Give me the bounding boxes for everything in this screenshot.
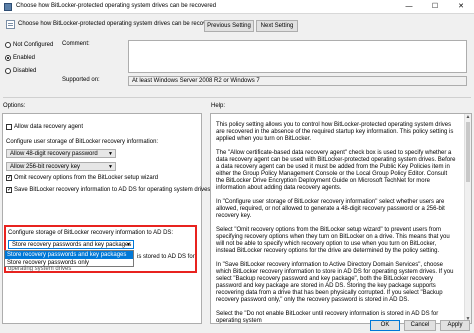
require-adds-label-partial-2: operating system drives [8,266,72,272]
help-paragraph: Select "Omit recovery options from the B… [216,227,450,254]
help-paragraph: This policy setting allows you to contro… [216,122,454,142]
help-scrollbar[interactable]: ▲ ▼ [464,114,471,323]
checkbox-box [6,124,12,130]
supported-on-field: At least Windows Server 2008 R2 or Windo… [128,76,467,86]
adds-storage-dropdown[interactable]: Store recovery passwords and key package… [8,240,134,249]
radio-indicator-selected [5,55,11,61]
adds-storage-dropdown-list[interactable]: Store recovery passwords and key package… [4,250,134,267]
window-title: Choose how BitLocker-protected operating… [16,3,217,9]
comment-field[interactable] [128,40,467,73]
setting-title: Choose how BitLocker-protected operating… [18,21,219,27]
gpo-app-icon [4,3,12,11]
options-label: Options: [3,103,26,109]
supported-on-value: At least Windows Server 2008 R2 or Windo… [132,78,260,84]
recovery-password-dropdown[interactable]: Allow 48-digit recovery password ▼ [6,149,116,158]
help-paragraph: In "Configure user storage of BitLocker … [216,199,445,219]
maximize-button[interactable]: ☐ [422,0,448,14]
scroll-up-icon[interactable]: ▲ [465,114,471,121]
chevron-down-icon: ▼ [108,151,113,157]
title-bar: Choose how BitLocker-protected operating… [0,0,474,14]
help-label: Help: [211,103,226,109]
allow-dra-checkbox[interactable]: Allow data recovery agent [6,124,83,131]
help-panel: This policy setting allows you to contro… [210,113,472,324]
require-adds-label-partial: is stored to AD DS for [137,254,195,260]
chevron-down-icon: ▼ [108,164,113,170]
recovery-key-dropdown[interactable]: Allow 256-bit recovery key ▼ [6,162,116,171]
checkbox-box-checked [6,186,12,194]
help-text: This policy setting allows you to contro… [216,122,456,323]
omit-recovery-options-checkbox[interactable]: Omit recovery options from the BitLocker… [6,174,158,182]
chevron-down-icon: ▼ [126,242,131,248]
comment-label: Comment: [62,41,90,47]
radio-indicator [5,42,11,48]
ok-button[interactable]: OK [370,320,400,331]
minimize-button[interactable]: — [396,0,422,14]
next-setting-button[interactable]: Next Setting [256,20,298,32]
divider [3,97,471,98]
help-paragraph: The "Allow certificate-based data recove… [216,150,456,191]
apply-button[interactable]: Apply [440,320,470,331]
enabled-radio[interactable]: Enabled [5,55,35,62]
save-to-adds-checkbox[interactable]: Save BitLocker recovery information to A… [6,186,210,194]
help-paragraph: In "Save BitLocker recovery information … [216,262,454,303]
radio-indicator [5,68,11,74]
scrollbar-thumb[interactable] [466,122,470,182]
supported-on-label: Supported on: [62,77,100,83]
configure-adds-storage-label: Configure storage of BitLocker recovery … [8,230,174,236]
configure-storage-label: Configure user storage of BitLocker reco… [6,139,159,145]
close-button[interactable]: ✕ [448,0,474,14]
not-configured-radio[interactable]: Not Configured [5,42,53,49]
disabled-radio[interactable]: Disabled [5,68,36,75]
policy-setting-icon [6,20,15,29]
cancel-button[interactable]: Cancel [404,320,436,331]
previous-setting-button[interactable]: Previous Setting [204,20,254,32]
dropdown-option[interactable]: Store recovery passwords and key package… [5,251,133,259]
checkbox-box-checked [6,174,12,182]
